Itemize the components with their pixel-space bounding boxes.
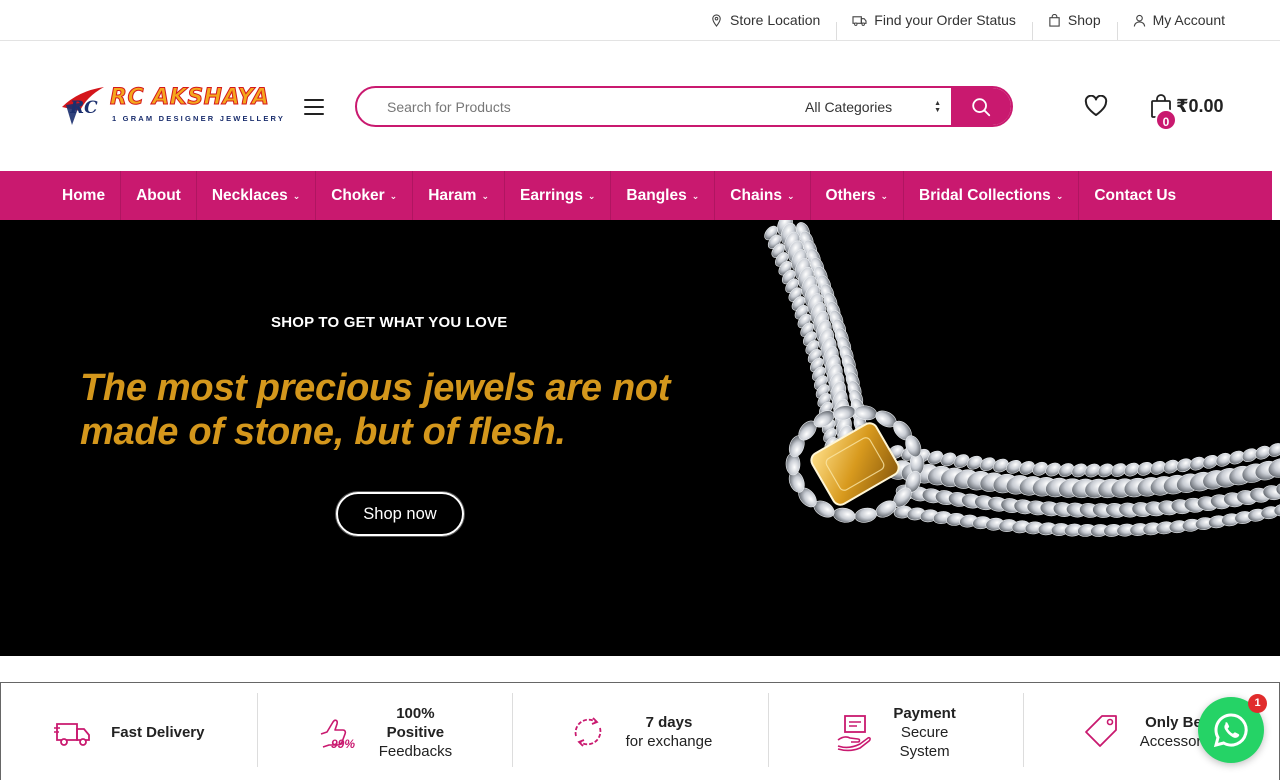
store-location-label: Store Location [730,12,821,28]
chevron-down-icon: ⌄ [292,191,301,201]
order-status-link[interactable]: Find your Order Status [836,12,1032,40]
feature-title: Payment [893,704,956,722]
chevron-down-icon: ⌄ [786,191,795,201]
nav-item-bangles[interactable]: Bangles ⌄ [611,171,716,220]
feature-exchange: 7 days for exchange [512,683,768,780]
price-tag-icon [1084,715,1117,747]
order-status-label: Find your Order Status [874,12,1016,28]
search-icon [972,97,991,116]
shop-link[interactable]: Shop [1031,12,1117,40]
nav-item-chains[interactable]: Chains ⌄ [715,171,811,220]
cart-count-badge: 0 [1155,109,1177,131]
search-button[interactable] [951,88,1011,125]
nav-item-label: Chains [730,186,782,204]
category-select[interactable]: All Categories ▲ ▼ [791,99,951,115]
whatsapp-badge: 1 [1248,694,1267,713]
logo-tagline: 1 GRAM DESIGNER JEWELLERY [112,114,286,123]
chevron-down-icon: ⌄ [389,191,398,201]
nav-item-earrings[interactable]: Earrings ⌄ [505,171,612,220]
feature-title: 100% Positive [386,704,445,741]
secure-payment-icon [837,715,872,752]
search-input[interactable] [357,98,791,115]
cart-total[interactable]: ₹0.00 [1176,96,1224,117]
feature-text: Fast Delivery [111,723,204,742]
necklace-image [764,220,1280,537]
select-arrows-icon: ▲ ▼ [934,99,941,114]
store-location-link[interactable]: Store Location [694,12,836,28]
feature-text: Payment Secure System [893,704,956,761]
nav-item-label: Bridal Collections [919,186,1051,204]
hero-banner: SHOP TO GET WHAT YOU LOVE The most preci… [0,220,1280,656]
chevron-down-icon: ⌄ [587,191,596,201]
whatsapp-icon [1213,713,1248,748]
features-bar: Fast Delivery 99% 100% Positive Feedbacks… [0,682,1280,780]
feature-subtitle: for exchange [625,733,713,750]
nav-item-about[interactable]: About [121,171,197,220]
nav-item-label: About [136,186,181,204]
top-links: Store Location Find your Order Status Sh… [694,0,1225,40]
logo-mark: RC [62,87,104,125]
shopping-bag-icon [1049,13,1060,27]
hero-title: The most precious jewels are not made of… [80,367,671,453]
feature-title: 7 days [645,714,693,731]
nav-item-home[interactable]: Home [0,171,122,220]
nav-item-necklaces[interactable]: Necklaces ⌄ [197,171,317,220]
wishlist-heart-icon[interactable] [1084,95,1108,117]
hero-kicker: SHOP TO GET WHAT YOU LOVE [271,314,508,331]
menu-icon-bar [304,106,324,108]
nav-item-label: Home [62,186,106,204]
delivery-truck-icon [54,723,90,746]
nav-item-label: Earrings [519,186,583,204]
nav-item-label: Choker [331,186,385,204]
feature-fast-delivery: Fast Delivery [1,683,257,780]
feature-secure-payment: Payment Secure System [767,683,1024,780]
nav-item-others[interactable]: Others ⌄ [811,171,905,220]
user-icon [1133,14,1145,27]
map-pin-icon [712,13,721,27]
nav-item-bridal-collections[interactable]: Bridal Collections ⌄ [904,171,1080,220]
chevron-down-icon: ⌄ [481,191,489,201]
nav-item-choker[interactable]: Choker ⌄ [316,171,414,220]
chevron-down-icon: ⌄ [880,191,889,201]
shop-now-button[interactable]: Shop now [336,492,464,536]
nav-item-label: Others [825,186,876,204]
main-nav: Home About Necklaces ⌄ Choker ⌄ Haram ⌄ Ear… [0,171,1272,220]
exchange-icon [574,717,601,747]
chevron-down-icon: ⌄ [1055,191,1064,201]
my-account-link[interactable]: My Account [1116,12,1225,40]
feature-title: Fast Delivery [111,723,205,741]
nav-item-label: Bangles [626,186,687,204]
shop-label: Shop [1067,12,1101,28]
my-account-label: My Account [1152,12,1225,28]
feature-text: 7 days for exchange [626,713,713,751]
nav-item-label: Contact Us [1094,186,1177,204]
diamond-stone [854,507,877,523]
search-bar: All Categories ▲▼ [355,86,1013,127]
menu-icon-bar [304,99,324,101]
feature-text: 100% Positive Feedbacks [379,704,452,761]
chevron-down-icon: ⌄ [691,191,700,201]
logo-brand-text: RC AKSHAYA [109,85,270,111]
diamond-stone [833,507,856,523]
feature-subtitle: Feedbacks [378,742,453,760]
header: RC RC AKSHAYA 1 GRAM DESIGNER JEWELLERY … [0,41,1280,171]
feature-positive-feedbacks: 99% 100% Positive Feedbacks [256,683,513,780]
category-select-value: All Categories [805,98,893,115]
nav-item-haram[interactable]: Haram ⌄ [413,171,505,220]
icon-percent-text: 99% [331,737,355,751]
feature-subtitle: Secure System [899,723,950,760]
nav-item-label: Haram [428,186,477,204]
nav-item-label: Necklaces [211,186,288,204]
top-bar: Store Location Find your Order Status Sh… [0,0,1280,41]
menu-toggle-button[interactable] [304,99,324,115]
logo-mark-text: RC [69,98,98,118]
truck-icon [852,15,867,26]
site-logo[interactable]: RC RC AKSHAYA 1 GRAM DESIGNER JEWELLERY [58,83,286,129]
nav-item-contact-us[interactable]: Contact Us [1079,171,1191,220]
menu-icon-bar [304,113,324,115]
thumbs-up-99-icon: 99% [320,719,355,751]
